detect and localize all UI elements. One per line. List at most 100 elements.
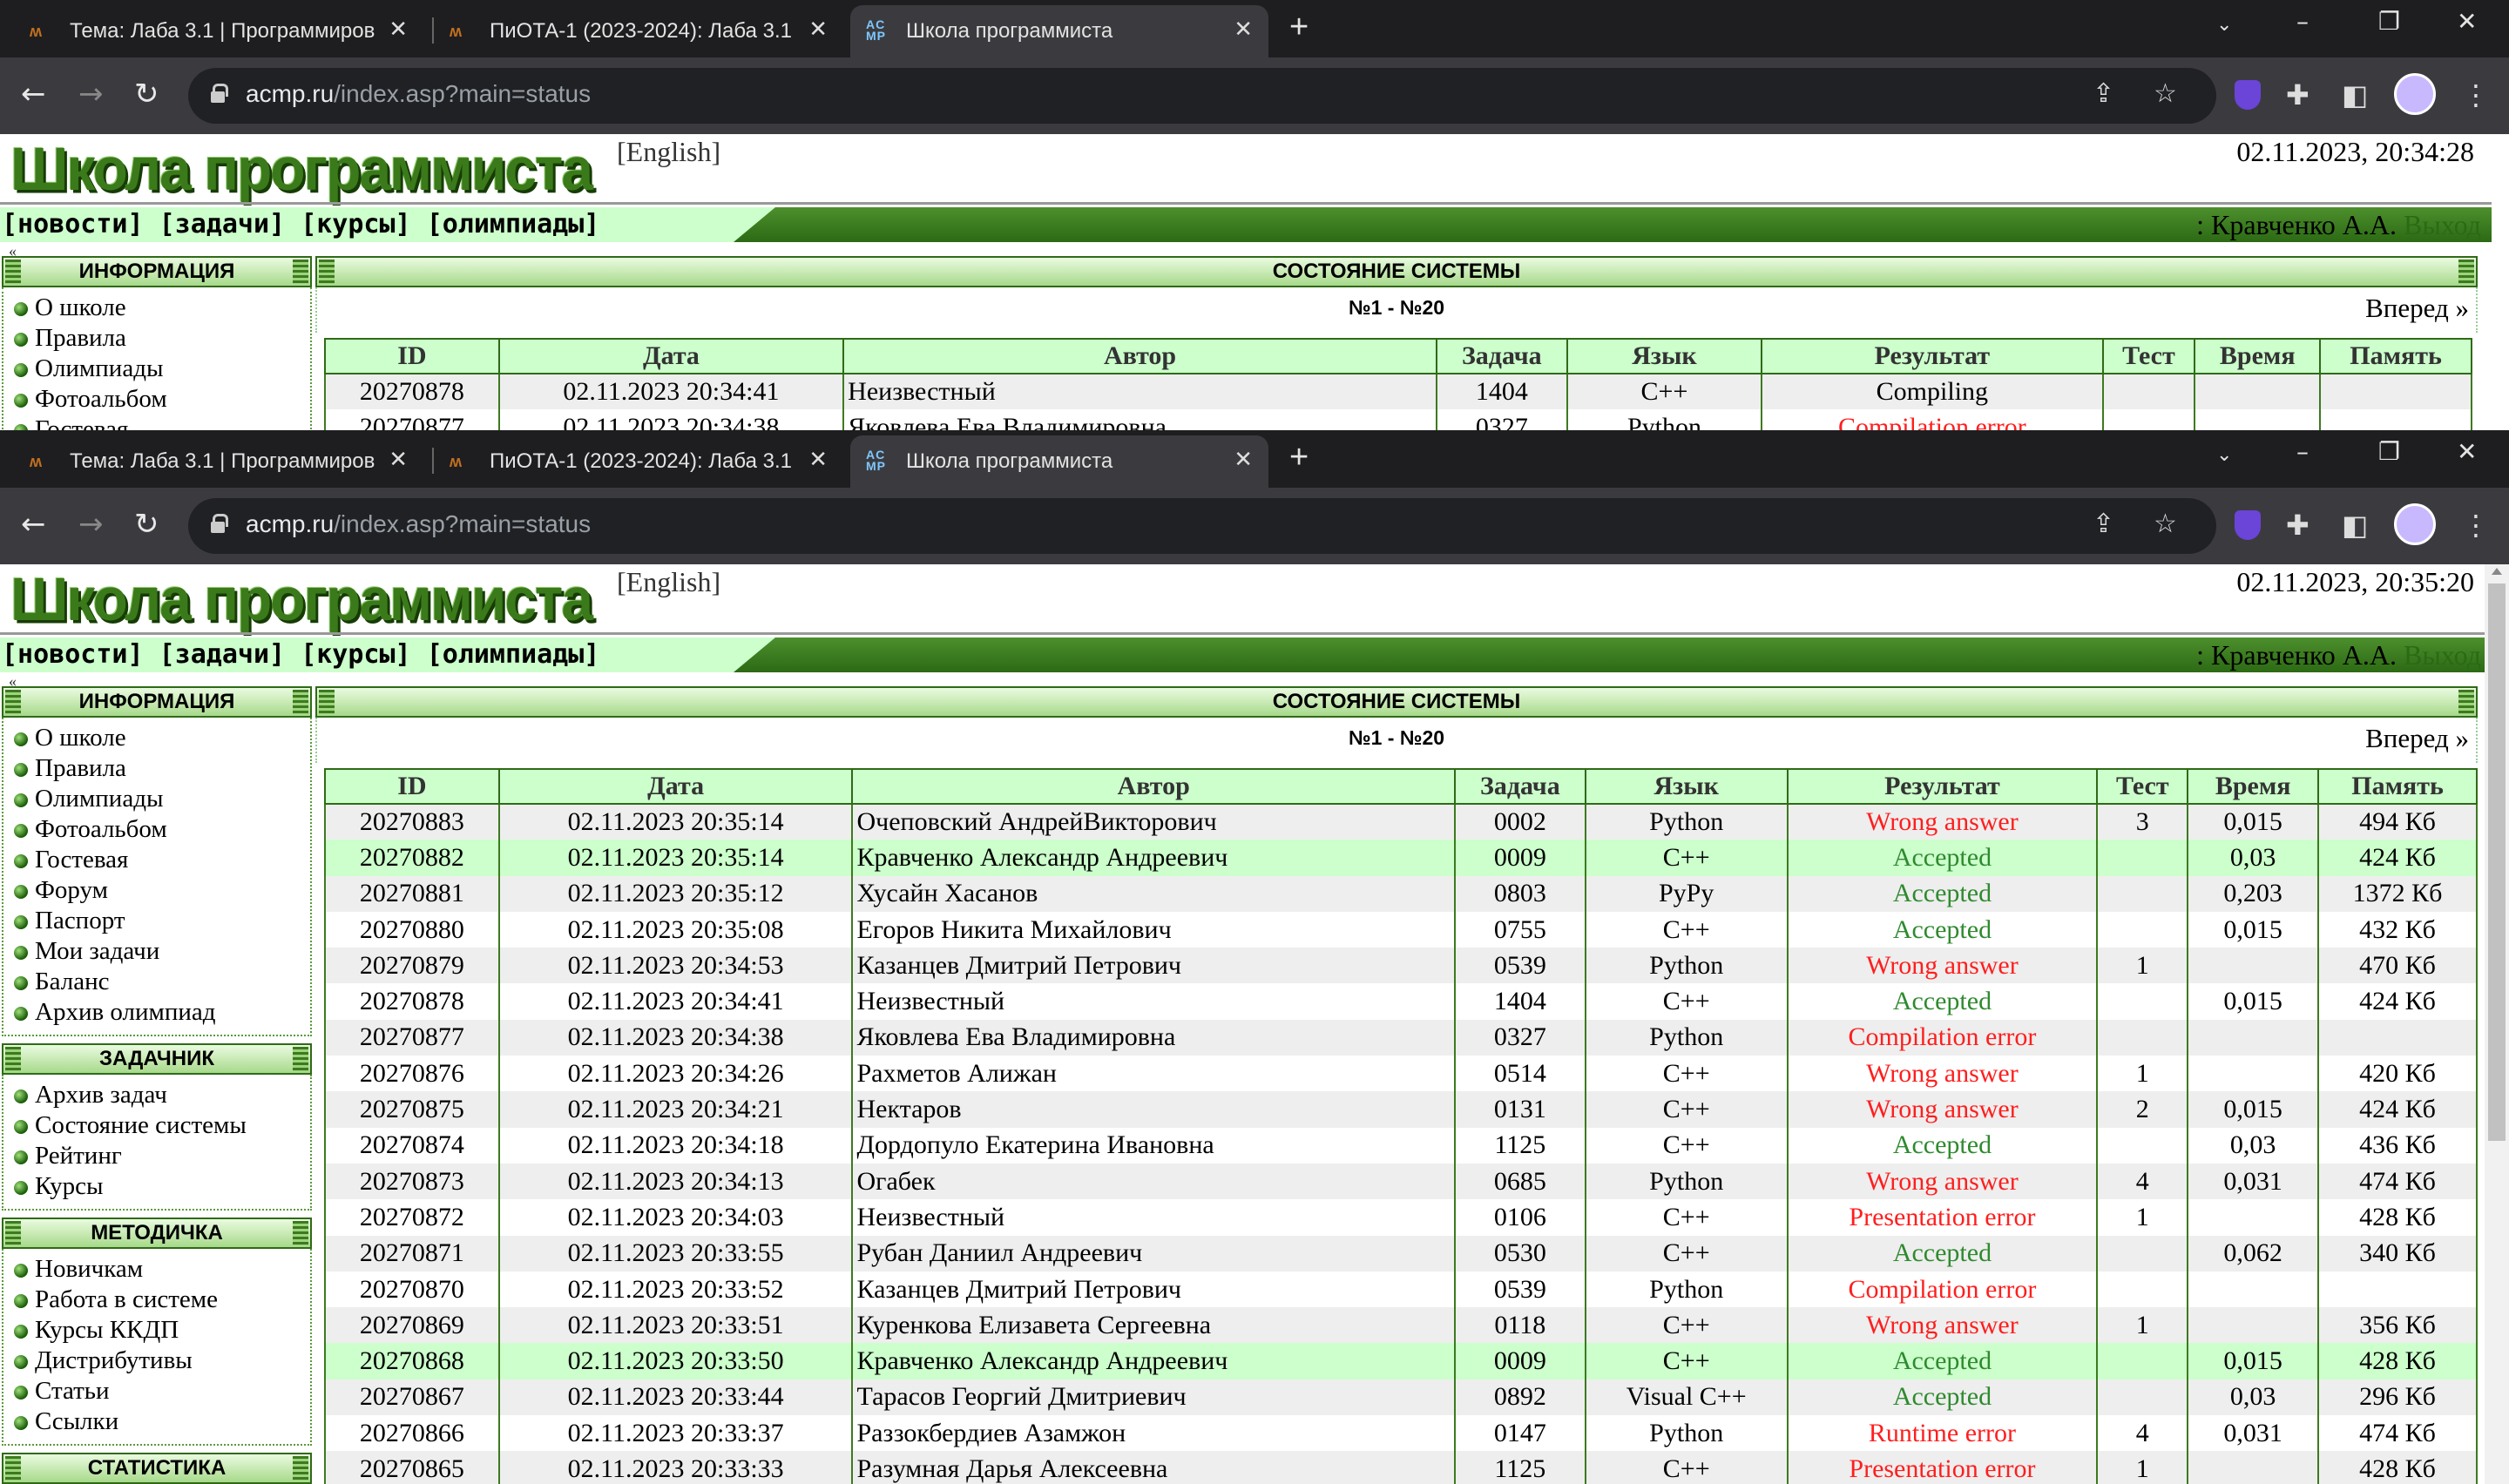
restore-icon[interactable]: ❐ bbox=[2378, 7, 2400, 36]
back-icon[interactable]: ← bbox=[21, 505, 46, 543]
back-icon[interactable]: ← bbox=[21, 75, 46, 113]
sidebar-item-olympiads[interactable]: Олимпиады bbox=[3, 784, 310, 814]
side-panel-icon[interactable]: ◧ bbox=[2342, 509, 2368, 542]
sidebar-item-rating[interactable]: Рейтинг bbox=[3, 1141, 310, 1171]
site-logo[interactable]: Школа программиста bbox=[10, 134, 593, 204]
sidebar-item-rules[interactable]: Правила bbox=[3, 753, 310, 784]
next-page-link[interactable]: Вперед » bbox=[2365, 293, 2469, 324]
tab-search-icon[interactable]: ⌄ bbox=[2216, 444, 2232, 466]
menu-news[interactable]: [новости] bbox=[2, 209, 144, 239]
address-bar[interactable]: acmp.ru/index.asp?main=status ⇪ ☆ bbox=[188, 498, 2216, 554]
english-link[interactable]: [English] bbox=[617, 566, 720, 598]
cell-id: 20270872 bbox=[324, 1199, 500, 1236]
side-panel-icon[interactable]: ◧ bbox=[2342, 78, 2368, 111]
share-icon[interactable]: ⇪ bbox=[2093, 509, 2114, 539]
lock-icon[interactable] bbox=[211, 514, 228, 533]
sidebar-item-photos[interactable]: Фотоальбом bbox=[3, 814, 310, 845]
server-datetime: 02.11.2023, 20:34:28 bbox=[2236, 136, 2474, 167]
site-logo[interactable]: Школа программиста bbox=[10, 564, 593, 634]
close-window-icon[interactable]: ✕ bbox=[2457, 7, 2477, 36]
close-icon[interactable]: ✕ bbox=[1234, 446, 1253, 473]
scrollbar-thumb[interactable] bbox=[2488, 583, 2506, 1141]
table-row: 20270866 02.11.2023 20:33:37 Раззокбердиев… bbox=[324, 1415, 2478, 1452]
sidebar-item-forum[interactable]: Форум bbox=[3, 875, 310, 906]
url-text[interactable]: acmp.ru/index.asp?main=status bbox=[246, 510, 591, 538]
close-icon[interactable]: ✕ bbox=[389, 446, 408, 473]
logout-link[interactable]: Выход bbox=[2404, 209, 2481, 240]
menu-olympiads[interactable]: [олимпиады] bbox=[427, 209, 600, 239]
lock-icon[interactable] bbox=[211, 84, 228, 103]
menu-tasks[interactable]: [задачи] bbox=[159, 639, 286, 670]
new-tab-button[interactable]: + bbox=[1289, 9, 1309, 46]
menu-news[interactable]: [новости] bbox=[2, 639, 144, 670]
close-icon[interactable]: ✕ bbox=[1234, 16, 1253, 43]
cell-id: 20270879 bbox=[324, 948, 500, 984]
menu-tasks[interactable]: [задачи] bbox=[159, 209, 286, 239]
menu-courses[interactable]: [курсы] bbox=[301, 639, 410, 670]
sidebar-item-system-status[interactable]: Состояние системы bbox=[3, 1110, 310, 1141]
sidebar-item-links[interactable]: Ссылки bbox=[3, 1406, 310, 1437]
sidebar-item-photos[interactable]: Фотоальбом bbox=[3, 384, 310, 415]
tab-moodle-1[interactable]: ʍ Тема: Лаба 3.1 | Программиров ✕ bbox=[14, 435, 423, 488]
sidebar-item-passport[interactable]: Паспорт bbox=[3, 906, 310, 936]
cell-author: Казанцев Дмитрий Петрович bbox=[851, 948, 1456, 984]
address-bar[interactable]: acmp.ru/index.asp?main=status ⇪ ☆ bbox=[188, 68, 2216, 124]
url-text[interactable]: acmp.ru/index.asp?main=status bbox=[246, 80, 591, 108]
sidebar-item-guestbook[interactable]: Гостевая bbox=[3, 415, 310, 430]
new-tab-button[interactable]: + bbox=[1289, 439, 1309, 476]
tab-search-icon[interactable]: ⌄ bbox=[2216, 14, 2232, 36]
sidebar-item-courses[interactable]: Курсы bbox=[3, 1171, 310, 1202]
menu-courses[interactable]: [курсы] bbox=[301, 209, 410, 239]
bookmark-star-icon[interactable]: ☆ bbox=[2154, 509, 2177, 539]
profile-avatar[interactable] bbox=[2394, 503, 2436, 545]
logout-link[interactable]: Выход bbox=[2404, 639, 2481, 671]
sidebar-item-about[interactable]: О школе bbox=[3, 293, 310, 323]
tab-moodle-2[interactable]: ʍ ПиОТА-1 (2023-2024): Лаба 3.1 ✕ bbox=[434, 5, 843, 57]
minimize-icon[interactable]: – bbox=[2296, 7, 2309, 36]
close-icon[interactable]: ✕ bbox=[808, 446, 828, 473]
extensions-puzzle-icon[interactable]: ✚ bbox=[2286, 509, 2309, 542]
sidebar-item-distributions[interactable]: Дистрибутивы bbox=[3, 1346, 310, 1376]
tab-moodle-1[interactable]: ʍ Тема: Лаба 3.1 | Программиров ✕ bbox=[14, 5, 423, 57]
sidebar-item-olympiads[interactable]: Олимпиады bbox=[3, 354, 310, 384]
tab-acmp[interactable]: AC MP Школа программиста ✕ bbox=[850, 435, 1268, 488]
menu-kebab-icon[interactable]: ⋮ bbox=[2462, 78, 2490, 111]
sidebar-item-kkdp-courses[interactable]: Курсы ККДП bbox=[3, 1315, 310, 1346]
sidebar-item-beginners[interactable]: Новичкам bbox=[3, 1254, 310, 1285]
page-scrollbar[interactable] bbox=[2485, 564, 2509, 1484]
next-page-link[interactable]: Вперед » bbox=[2365, 723, 2469, 754]
tab-acmp[interactable]: AC MP Школа программиста ✕ bbox=[850, 5, 1268, 57]
bookmark-star-icon[interactable]: ☆ bbox=[2154, 78, 2177, 109]
close-icon[interactable]: ✕ bbox=[389, 16, 408, 43]
sidebar-item-rules[interactable]: Правила bbox=[3, 323, 310, 354]
sidebar-item-articles[interactable]: Статьи bbox=[3, 1376, 310, 1406]
cell-author: Неизвестный bbox=[842, 374, 1437, 410]
sidebar-item-balance[interactable]: Баланс bbox=[3, 967, 310, 997]
menu-kebab-icon[interactable]: ⋮ bbox=[2462, 509, 2490, 542]
sidebar-item-olympiad-archive[interactable]: Архив олимпиад bbox=[3, 997, 310, 1028]
cell-result: Accepted bbox=[1786, 1343, 2099, 1379]
close-window-icon[interactable]: ✕ bbox=[2457, 437, 2477, 466]
extension-shield-icon[interactable] bbox=[2235, 80, 2261, 110]
sidebar-item-my-tasks[interactable]: Мои задачи bbox=[3, 936, 310, 967]
forward-icon[interactable]: → bbox=[78, 75, 104, 113]
sidebar-item-system-work[interactable]: Работа в системе bbox=[3, 1285, 310, 1315]
reload-icon[interactable]: ↻ bbox=[134, 505, 159, 543]
scroll-up-icon[interactable] bbox=[2492, 568, 2502, 575]
profile-avatar[interactable] bbox=[2394, 73, 2436, 115]
forward-icon[interactable]: → bbox=[78, 505, 104, 543]
extensions-puzzle-icon[interactable]: ✚ bbox=[2286, 78, 2309, 111]
share-icon[interactable]: ⇪ bbox=[2093, 78, 2114, 109]
sidebar-item-task-archive[interactable]: Архив задач bbox=[3, 1080, 310, 1110]
tab-title: Тема: Лаба 3.1 | Программиров bbox=[70, 19, 375, 43]
close-icon[interactable]: ✕ bbox=[808, 16, 828, 43]
extension-shield-icon[interactable] bbox=[2235, 510, 2261, 540]
reload-icon[interactable]: ↻ bbox=[134, 75, 159, 113]
menu-olympiads[interactable]: [олимпиады] bbox=[427, 639, 600, 670]
sidebar-item-about[interactable]: О школе bbox=[3, 723, 310, 753]
sidebar-item-guestbook[interactable]: Гостевая bbox=[3, 845, 310, 875]
english-link[interactable]: [English] bbox=[617, 136, 720, 168]
minimize-icon[interactable]: – bbox=[2296, 437, 2309, 466]
restore-icon[interactable]: ❐ bbox=[2378, 437, 2400, 466]
tab-moodle-2[interactable]: ʍ ПиОТА-1 (2023-2024): Лаба 3.1 ✕ bbox=[434, 435, 843, 488]
